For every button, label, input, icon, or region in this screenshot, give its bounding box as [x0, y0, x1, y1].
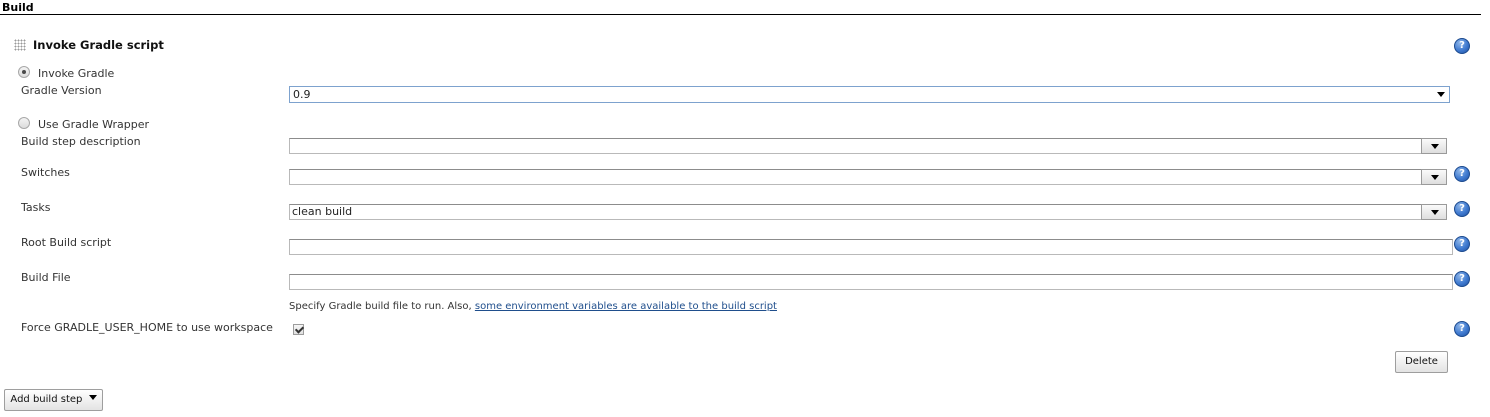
switches-dropdown-button[interactable]	[1421, 169, 1447, 185]
section-divider	[0, 14, 1481, 15]
help-icon[interactable]: ?	[1454, 166, 1470, 182]
gradle-version-select[interactable]: 0.9	[289, 86, 1450, 103]
force-gradle-user-home-label: Force GRADLE_USER_HOME to use workspace	[21, 321, 273, 334]
build-file-hint-text: Specify Gradle build file to run. Also,	[289, 301, 472, 312]
delete-button[interactable]: Delete	[1395, 351, 1448, 373]
build-step-title: Invoke Gradle script	[33, 38, 164, 52]
environment-variables-link[interactable]: some environment variables are available…	[475, 301, 777, 312]
build-step-description-dropdown-button[interactable]	[1421, 138, 1447, 154]
tasks-input[interactable]: clean build	[289, 204, 1422, 220]
caret-down-icon	[1431, 144, 1439, 149]
root-build-script-input[interactable]	[289, 239, 1453, 255]
switches-label: Switches	[21, 166, 70, 179]
use-gradle-wrapper-radio[interactable]	[18, 117, 30, 129]
build-file-input[interactable]	[289, 274, 1453, 290]
add-build-step-button[interactable]: Add build step	[4, 389, 103, 411]
drag-handle-icon[interactable]	[14, 39, 26, 51]
tasks-label: Tasks	[21, 201, 51, 214]
add-build-step-label: Add build step	[10, 394, 83, 405]
build-step-description-input[interactable]	[289, 138, 1422, 154]
switches-input[interactable]	[289, 169, 1422, 185]
force-gradle-user-home-checkbox[interactable]	[293, 324, 304, 335]
caret-down-icon	[1431, 175, 1439, 180]
caret-down-icon	[1437, 92, 1445, 97]
caret-down-icon	[88, 395, 97, 401]
caret-down-icon	[1431, 210, 1439, 215]
tasks-dropdown-button[interactable]	[1421, 204, 1447, 220]
build-step-description-label: Build step description	[21, 135, 141, 148]
section-title: Build	[2, 1, 34, 14]
invoke-gradle-radio[interactable]	[18, 66, 30, 78]
gradle-version-label: Gradle Version	[21, 84, 102, 97]
build-file-label: Build File	[21, 271, 71, 284]
help-icon[interactable]: ?	[1454, 321, 1470, 337]
help-icon[interactable]: ?	[1454, 201, 1470, 217]
invoke-gradle-label: Invoke Gradle	[38, 67, 115, 80]
root-build-script-label: Root Build script	[21, 236, 112, 249]
use-gradle-wrapper-label: Use Gradle Wrapper	[38, 118, 150, 131]
build-file-hint: Specify Gradle build file to run. Also, …	[289, 301, 777, 312]
help-icon[interactable]: ?	[1454, 38, 1470, 54]
help-icon[interactable]: ?	[1454, 236, 1470, 252]
gradle-version-value: 0.9	[293, 88, 311, 101]
help-icon[interactable]: ?	[1454, 271, 1470, 287]
